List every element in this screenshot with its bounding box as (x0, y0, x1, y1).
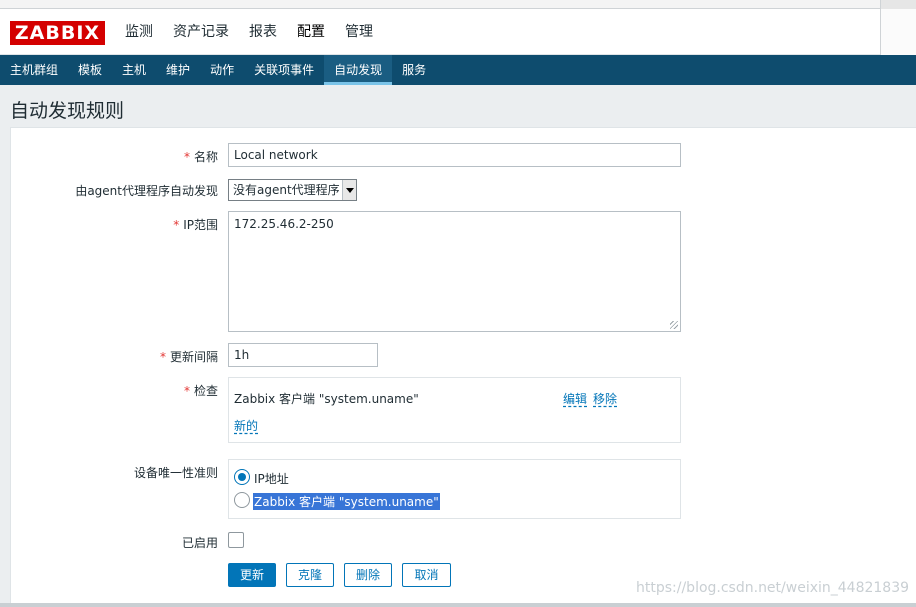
required-mark: * (159, 350, 166, 364)
cancel-button[interactable]: 取消 (402, 563, 451, 587)
check-remove-link[interactable]: 移除 (593, 390, 617, 407)
main-menu-reports[interactable]: 报表 (239, 9, 287, 55)
scrollbar-corner (880, 0, 916, 9)
watermark-text: https://blog.csdn.net/weixin_44821839 (636, 580, 910, 596)
check-item-text: Zabbix 客户端 "system.uname" (234, 392, 419, 406)
proxy-select-value: 没有agent代理程序 (233, 183, 340, 197)
uniqueness-box (228, 459, 681, 519)
proxy-label: 由agent代理程序自动发现 (75, 184, 218, 198)
clone-button[interactable]: 克隆 (286, 563, 334, 587)
required-mark: * (173, 218, 180, 232)
update-button[interactable]: 更新 (228, 563, 276, 587)
checks-label: * 检查 (183, 384, 218, 398)
sub-menu-maintenance[interactable]: 维护 (156, 55, 200, 85)
required-mark: * (183, 384, 190, 398)
main-menu-administration[interactable]: 管理 (335, 9, 383, 55)
uniqueness-option-ip-label[interactable]: IP地址 (254, 470, 289, 487)
sub-menu-event-correlation[interactable]: 关联项事件 (244, 55, 324, 85)
interval-label: * 更新间隔 (159, 350, 218, 364)
check-edit-link[interactable]: 编辑 (563, 390, 587, 407)
sub-menu-actions[interactable]: 动作 (200, 55, 244, 85)
uniqueness-label: 设备唯一性准则 (133, 466, 218, 480)
top-header: ZABBIX 监测 资产记录 报表 配置 管理 (0, 9, 916, 55)
sub-menu-host-groups[interactable]: 主机群组 (0, 55, 68, 85)
name-field[interactable]: Local network (228, 143, 681, 167)
name-label: * 名称 (183, 150, 218, 164)
ip-range-textarea[interactable]: 172.25.46.2-250 (228, 211, 681, 332)
main-menu-monitoring[interactable]: 监测 (115, 9, 163, 55)
uniqueness-radio-ip[interactable] (234, 469, 250, 485)
browser-top-strip (0, 0, 916, 9)
main-menu: 监测 资产记录 报表 配置 管理 (115, 9, 383, 55)
chevron-down-icon[interactable] (342, 180, 356, 200)
proxy-select[interactable]: 没有agent代理程序 (228, 179, 357, 201)
uniqueness-radio-agent[interactable] (234, 492, 250, 508)
ip-range-label: * IP范围 (173, 218, 218, 232)
sub-menu-discovery[interactable]: 自动发现 (324, 55, 393, 85)
form-panel (10, 127, 916, 607)
ip-range-value: 172.25.46.2-250 (234, 217, 334, 231)
uniqueness-option-agent-label[interactable]: Zabbix 客户端 "system.uname" (253, 493, 440, 510)
interval-field[interactable]: 1h (228, 343, 378, 367)
enabled-label: 已启用 (181, 536, 218, 550)
sub-menu-hosts[interactable]: 主机 (112, 55, 156, 85)
check-new-link[interactable]: 新的 (234, 417, 258, 434)
checks-box (228, 377, 681, 443)
zabbix-logo[interactable]: ZABBIX (10, 21, 105, 45)
enabled-checkbox[interactable] (228, 532, 244, 548)
scrollbar-track[interactable] (880, 9, 916, 55)
resize-grip-icon[interactable] (670, 321, 678, 329)
main-menu-configuration[interactable]: 配置 (287, 9, 335, 55)
required-mark: * (183, 150, 190, 164)
page-title: 自动发现规则 (10, 100, 125, 122)
sub-menu-templates[interactable]: 模板 (68, 55, 112, 85)
delete-button[interactable]: 删除 (344, 563, 392, 587)
sub-menu: 主机群组 模板 主机 维护 动作 关联项事件 自动发现 服务 (0, 55, 916, 85)
main-menu-inventory[interactable]: 资产记录 (163, 9, 239, 55)
bottom-border (0, 603, 916, 607)
sub-menu-services[interactable]: 服务 (392, 55, 436, 85)
